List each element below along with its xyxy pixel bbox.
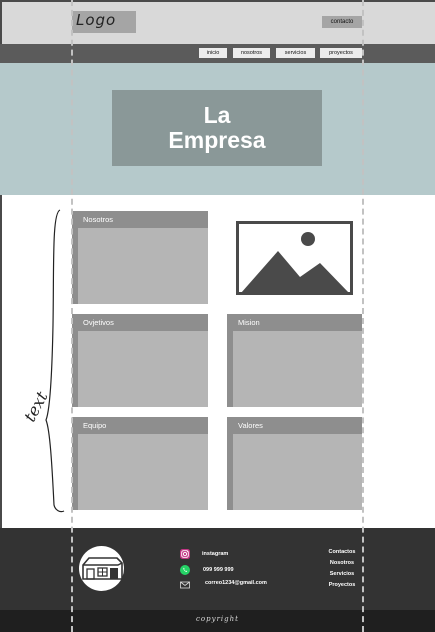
copyright-bar: copyright (0, 610, 435, 632)
hero-banner: La Empresa (0, 63, 435, 195)
section-equipo: Equipo (72, 417, 208, 510)
section-title: Valores (238, 421, 263, 430)
phone-text[interactable]: 099 999 999 (203, 567, 234, 573)
footer-logo[interactable] (79, 546, 124, 591)
nav-item-proyectos[interactable]: proyectos (320, 48, 362, 58)
instagram-text[interactable]: instagram (202, 551, 228, 557)
header: Logo contacto (0, 0, 435, 44)
instagram-icon[interactable] (180, 549, 190, 559)
section-mision: Mision (227, 314, 362, 407)
contact-button[interactable]: contacto (322, 16, 362, 28)
image-placeholder-icon (236, 221, 353, 295)
section-title: Ovjetivos (83, 318, 114, 327)
hero-title-line1: La (203, 102, 231, 128)
layout-guide-right (362, 0, 364, 632)
curly-bracket-annotation (45, 209, 65, 513)
layout-guide-left (71, 0, 73, 632)
nav-item-inicio[interactable]: inicio (199, 48, 227, 58)
house-icon (82, 557, 123, 580)
footer-link-servicios[interactable]: Servicios (317, 571, 367, 577)
logo[interactable]: Logo (72, 11, 136, 33)
footer-link-contactos[interactable]: Contactos (317, 549, 367, 555)
email-text[interactable]: correo1234@gmail.com (205, 580, 267, 586)
nav-item-servicios[interactable]: servicios (276, 48, 315, 58)
logo-text: Logo (76, 11, 117, 29)
hero-title-line2: Empresa (168, 127, 266, 153)
section-title: Nosotros (83, 215, 114, 224)
hero-title-box: La Empresa (112, 90, 322, 166)
section-title: Equipo (83, 421, 107, 430)
section-title: Mision (238, 318, 260, 327)
footer-link-proyectos[interactable]: Proyectos (317, 582, 367, 588)
section-valores: Valores (227, 417, 362, 510)
nav-item-nosotros[interactable]: nosotros (233, 48, 270, 58)
copyright-text: copyright (196, 615, 239, 623)
whatsapp-icon[interactable] (180, 565, 190, 575)
frame-top-border (0, 0, 435, 2)
email-icon[interactable] (180, 580, 190, 590)
footer-link-nosotros[interactable]: Nosotros (317, 560, 367, 566)
section-objetivos: Ovjetivos (72, 314, 208, 407)
navbar: inicio nosotros servicios proyectos (0, 44, 435, 63)
section-nosotros: Nosotros (72, 211, 208, 304)
